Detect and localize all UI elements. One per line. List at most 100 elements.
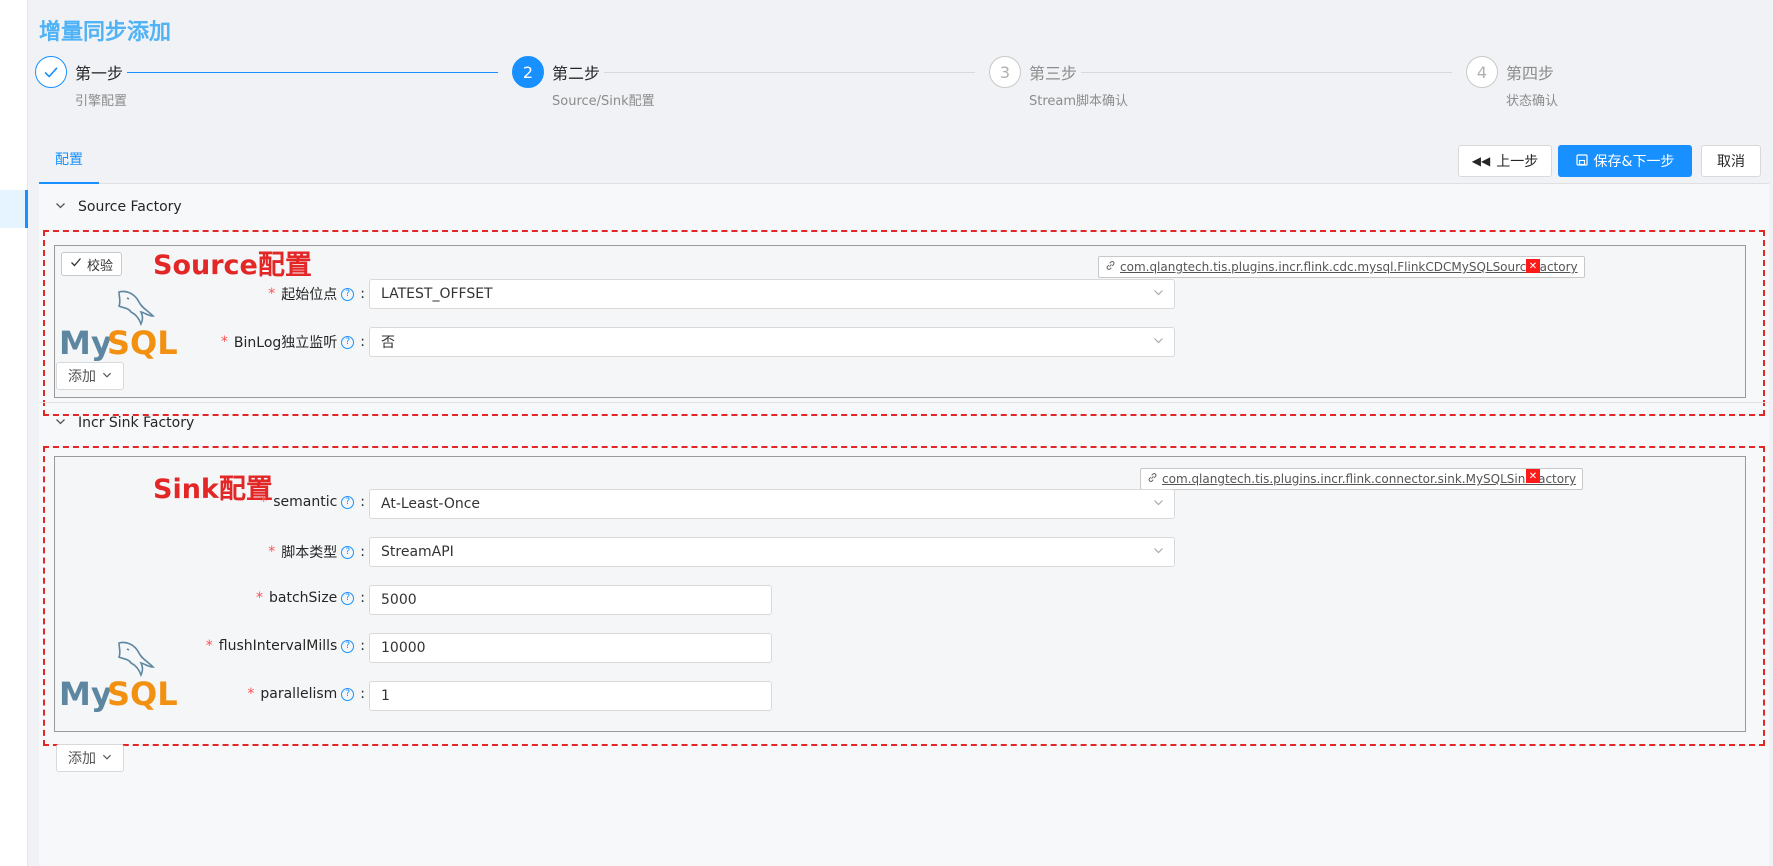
required-mark: *: [256, 590, 264, 606]
close-icon[interactable]: ✕: [1526, 469, 1540, 483]
chevron-down-icon: [55, 416, 66, 430]
step-connector: [604, 72, 975, 73]
sink-add-button[interactable]: 添加: [56, 744, 124, 772]
step-connector: [127, 72, 498, 73]
source-section-title: Source Factory: [78, 199, 182, 215]
main-area: 增量同步添加 第一步 引擎配置 2 第二步 Source/Sink配置 3 第三…: [28, 0, 1773, 866]
source-section-header[interactable]: Source Factory: [39, 184, 1769, 230]
field-colon: :: [360, 544, 365, 560]
field-label-text: semantic: [273, 494, 338, 510]
field-colon: :: [360, 334, 365, 350]
field-label-binlog-listen: * BinLog独立监听 ? :: [35, 332, 365, 352]
add-label: 添加: [68, 751, 96, 767]
chevron-down-icon: [1153, 287, 1164, 301]
field-label-text: flushIntervalMills: [218, 638, 338, 654]
question-circle-icon[interactable]: ?: [341, 639, 355, 653]
cancel-button[interactable]: 取消: [1701, 145, 1761, 177]
required-mark: *: [220, 334, 228, 350]
source-plugin-card: 校验 Source配置 My SQL com.qlangtech.tis.plu…: [54, 245, 1746, 398]
field-label-parallelism: * parallelism ? :: [35, 686, 365, 702]
question-circle-icon[interactable]: ?: [341, 495, 355, 509]
select-value: StreamAPI: [381, 544, 454, 560]
left-rail-active-item[interactable]: [0, 190, 28, 228]
step-title: 第四步: [1506, 64, 1555, 83]
step-title: 第二步: [552, 64, 601, 83]
sink-impl-class-link[interactable]: com.qlangtech.tis.plugins.incr.flink.con…: [1140, 468, 1584, 490]
step-desc: Source/Sink配置: [552, 94, 655, 109]
source-impl-class: com.qlangtech.tis.plugins.incr.flink.cdc…: [1120, 260, 1578, 274]
select-value: 否: [381, 335, 395, 351]
step-desc: Stream脚本确认: [1029, 94, 1129, 109]
field-label-text: batchSize: [269, 590, 338, 606]
field-label-text: 脚本类型: [281, 545, 338, 561]
question-circle-icon[interactable]: ?: [341, 545, 355, 559]
save-next-label: 保存&下一步: [1593, 154, 1675, 170]
field-label-text: 起始位点: [281, 287, 338, 303]
chevron-down-icon: [1153, 545, 1164, 559]
field-colon: :: [360, 494, 365, 510]
chevron-down-icon: [102, 750, 112, 766]
prev-step-button[interactable]: ◀◀ 上一步: [1458, 145, 1552, 177]
field-label-script-type: * 脚本类型 ? :: [35, 542, 365, 562]
required-mark: *: [247, 686, 255, 702]
required-mark: *: [260, 494, 268, 510]
verify-button[interactable]: 校验: [61, 252, 123, 276]
save-next-button[interactable]: 保存&下一步: [1558, 145, 1692, 177]
question-circle-icon[interactable]: ?: [341, 287, 355, 301]
question-circle-icon[interactable]: ?: [341, 591, 355, 605]
source-annotation: Source配置: [153, 250, 312, 281]
config-content: Source Factory 校验 Source配置 My SQL com.ql…: [39, 184, 1769, 866]
step-title: 第一步: [75, 64, 124, 83]
chevron-down-icon: [1153, 335, 1164, 349]
semantic-select[interactable]: At-Least-Once: [369, 489, 1175, 519]
chevron-down-icon: [55, 200, 66, 214]
step-number: 3: [989, 56, 1021, 88]
save-icon: [1575, 153, 1588, 169]
chevron-down-icon: [102, 368, 112, 384]
flush-interval-input[interactable]: 10000: [369, 633, 772, 663]
source-add-button[interactable]: 添加: [56, 362, 124, 390]
step-desc: 状态确认: [1506, 94, 1559, 109]
prev-step-label: 上一步: [1496, 154, 1539, 170]
sink-section-title: Incr Sink Factory: [78, 415, 195, 431]
sink-impl-class: com.qlangtech.tis.plugins.incr.flink.con…: [1162, 472, 1577, 486]
field-colon: :: [360, 286, 365, 302]
required-mark: *: [205, 638, 213, 654]
field-colon: :: [360, 638, 365, 654]
chevron-down-icon: [1153, 497, 1164, 511]
select-value: LATEST_OFFSET: [381, 286, 493, 302]
sink-section-header[interactable]: Incr Sink Factory: [39, 400, 1769, 446]
sink-plugin-card: Sink配置 com.qlangtech.tis.plugins.incr.fl…: [54, 456, 1746, 732]
check-icon: [35, 56, 67, 88]
required-mark: *: [268, 544, 276, 560]
source-impl-class-link[interactable]: com.qlangtech.tis.plugins.incr.flink.cdc…: [1098, 256, 1585, 278]
field-label-batch-size: * batchSize ? :: [35, 590, 365, 606]
step-connector: [1081, 72, 1452, 73]
steps-bar: 第一步 引擎配置 2 第二步 Source/Sink配置 3 第三步 Strea…: [28, 56, 1773, 116]
link-icon: [1147, 472, 1158, 486]
close-icon[interactable]: ✕: [1526, 259, 1540, 273]
add-label: 添加: [68, 369, 96, 385]
field-label-text: BinLog独立监听: [233, 335, 338, 351]
left-rail: [0, 0, 28, 866]
batch-size-input[interactable]: 5000: [369, 585, 772, 615]
question-circle-icon[interactable]: ?: [341, 335, 355, 349]
required-mark: *: [268, 286, 276, 302]
step-backward-icon: ◀◀: [1471, 154, 1491, 168]
field-label-text: parallelism: [260, 686, 338, 702]
parallelism-input[interactable]: 1: [369, 681, 772, 711]
script-type-select[interactable]: StreamAPI: [369, 537, 1175, 567]
question-circle-icon[interactable]: ?: [341, 687, 355, 701]
step-number: 4: [1466, 56, 1498, 88]
field-label-start-offset: * 起始位点 ? :: [35, 284, 365, 304]
field-colon: :: [360, 590, 365, 606]
start-offset-select[interactable]: LATEST_OFFSET: [369, 279, 1175, 309]
tab-config[interactable]: 配置: [39, 140, 99, 184]
verify-label: 校验: [87, 258, 114, 274]
field-colon: :: [360, 686, 365, 702]
select-value: At-Least-Once: [381, 496, 481, 512]
binlog-listen-select[interactable]: 否: [369, 327, 1175, 357]
step-desc: 引擎配置: [75, 94, 128, 109]
field-label-semantic: * semantic ? :: [35, 494, 365, 510]
link-icon: [1105, 260, 1116, 274]
